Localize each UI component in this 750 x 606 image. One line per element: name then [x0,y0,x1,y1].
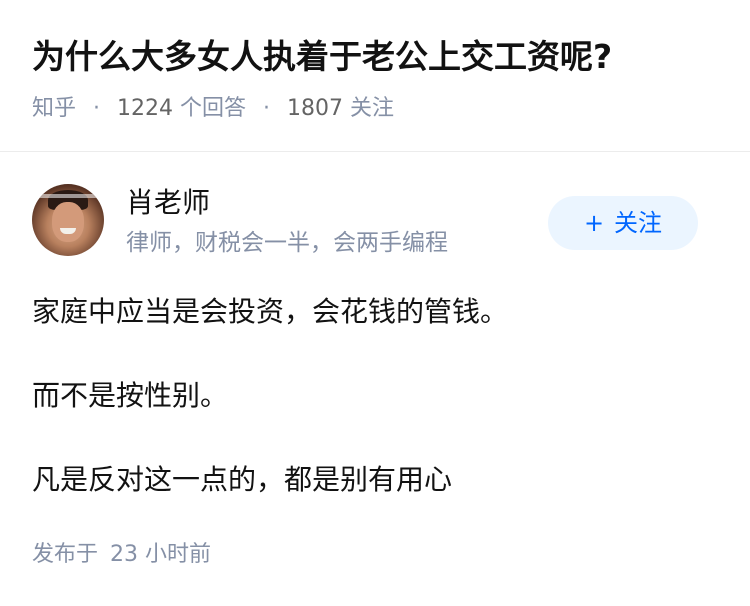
publish-time: 发布于 23 小时前 [32,540,211,570]
question-meta: 知乎 · 1224 个回答 · 1807 关注 [32,94,394,124]
answer-count-label: 个回答 [180,96,247,121]
author-bio: 律师，财税会一半，会两手编程 [126,230,448,256]
question-title[interactable]: 为什么大多女人执着于老公上交工资呢? [32,34,612,80]
answer-count: 1224 [117,96,174,121]
avatar-caption-strip [36,194,100,198]
publish-time-value: 23 小时前 [110,542,212,567]
plus-icon: + [583,209,605,237]
follower-count-label: 关注 [350,96,395,121]
answer-paragraph: 家庭中应当是会投资，会花钱的管钱。 [32,295,509,328]
source-label[interactable]: 知乎 [32,96,76,121]
follow-button[interactable]: + 关注 [548,196,698,250]
question-header: 为什么大多女人执着于老公上交工资呢? 知乎 · 1224 个回答 · 1807 … [0,0,750,152]
meta-separator: · [263,96,271,121]
answer-paragraph: 凡是反对这一点的，都是别有用心 [32,463,453,496]
author-name[interactable]: 肖老师 [126,184,210,222]
answer-count-link[interactable]: 1224 个回答 [117,96,246,121]
follower-count-link[interactable]: 1807 关注 [287,96,394,121]
answer-paragraph: 而不是按性别。 [32,379,229,412]
follower-count: 1807 [287,96,344,121]
publish-label: 发布于 [32,542,99,567]
follow-button-label: 关注 [614,209,663,237]
meta-separator: · [93,96,101,121]
avatar-face [52,202,84,242]
avatar[interactable] [32,184,104,256]
